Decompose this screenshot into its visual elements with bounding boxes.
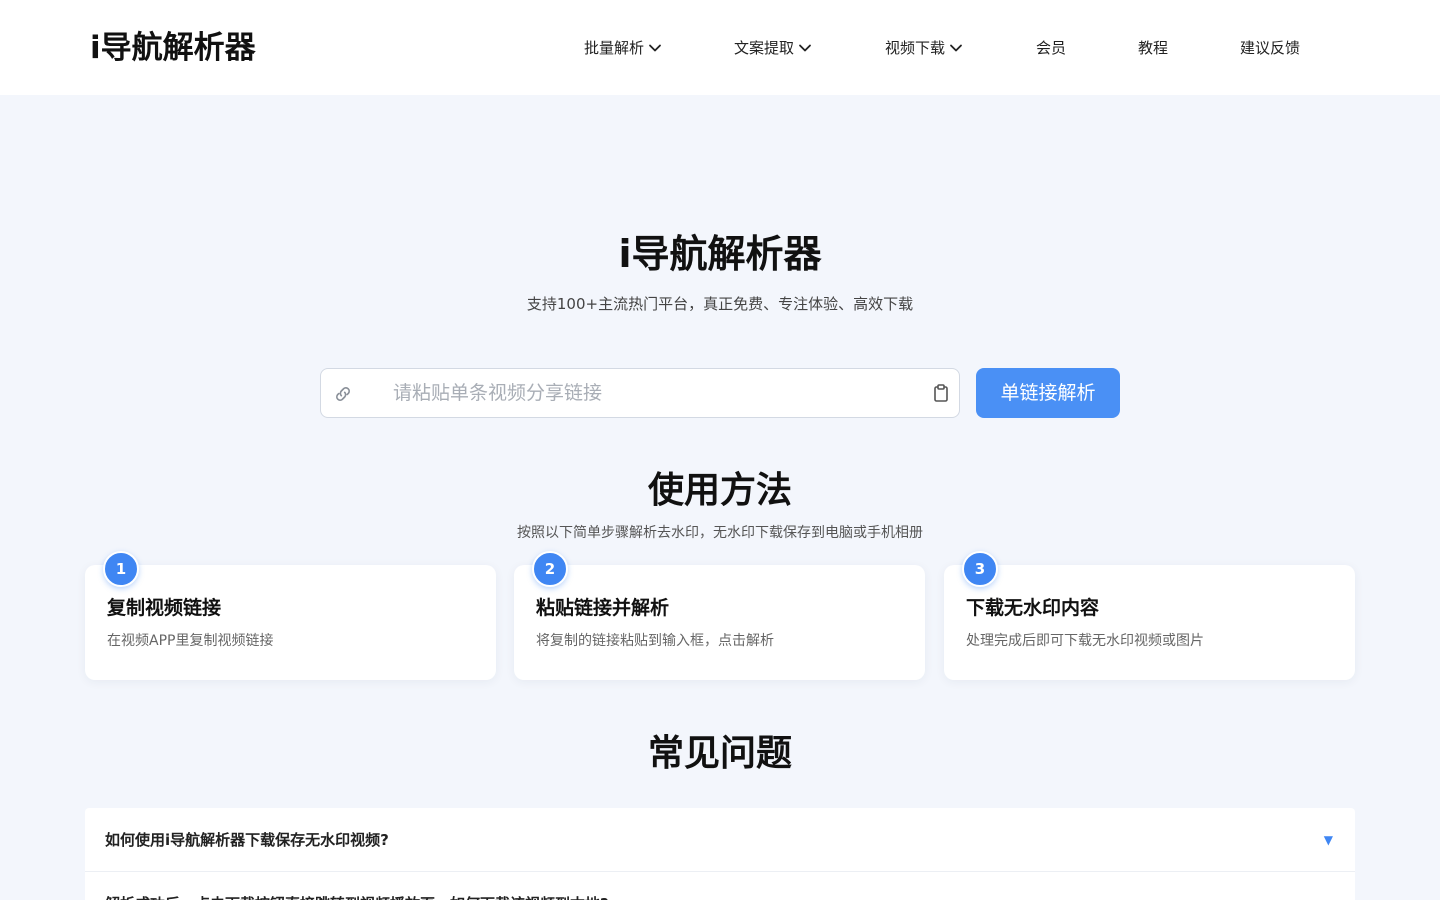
link-search-box bbox=[320, 368, 960, 418]
nav-batch-parse[interactable]: 批量解析 bbox=[584, 36, 662, 60]
nav-label: 文案提取 bbox=[734, 39, 795, 57]
step-number-badge: 3 bbox=[962, 551, 998, 587]
nav-membership[interactable]: 会员 bbox=[1036, 36, 1066, 60]
faq-item[interactable]: 如何使用i导航解析器下载保存无水印视频? ▼ bbox=[85, 808, 1355, 872]
step-description: 将复制的链接粘贴到输入框，点击解析 bbox=[536, 633, 774, 649]
step-title: 粘贴链接并解析 bbox=[536, 597, 670, 619]
usage-section-subtitle: 按照以下简单步骤解析去水印，无水印下载保存到电脑或手机相册 bbox=[517, 525, 923, 541]
hero-title: i导航解析器 bbox=[618, 232, 822, 276]
nav-label: 会员 bbox=[1036, 39, 1067, 57]
step-number-badge: 2 bbox=[532, 551, 568, 587]
step-card: 3 下载无水印内容 处理完成后即可下载无水印视频或图片 bbox=[944, 551, 1355, 680]
faq-item[interactable]: 解析成功后，点击下载按钮直接跳转到视频播放页，如何下载该视频到本地? ▼ bbox=[85, 872, 1355, 900]
clipboard-icon[interactable] bbox=[933, 384, 949, 402]
nav-tutorial[interactable]: 教程 bbox=[1138, 36, 1168, 60]
usage-section-title: 使用方法 bbox=[647, 470, 792, 511]
chevron-down-icon bbox=[649, 44, 661, 52]
faq-question: 解析成功后，点击下载按钮直接跳转到视频播放页，如何下载该视频到本地? bbox=[105, 892, 609, 900]
faq-list: 如何使用i导航解析器下载保存无水印视频? ▼ 解析成功后，点击下载按钮直接跳转到… bbox=[85, 808, 1355, 900]
faq-question: 如何使用i导航解析器下载保存无水印视频? bbox=[105, 831, 389, 849]
share-link-input[interactable] bbox=[393, 377, 913, 409]
step-number-badge: 1 bbox=[103, 551, 139, 587]
link-icon bbox=[336, 387, 350, 401]
nav-label: 批量解析 bbox=[584, 39, 645, 57]
step-description: 在视频APP里复制视频链接 bbox=[107, 633, 274, 649]
single-link-parse-button[interactable]: 单链接解析 bbox=[976, 368, 1120, 418]
nav-feedback[interactable]: 建议反馈 bbox=[1240, 36, 1300, 60]
expand-arrow-icon[interactable]: ▼ bbox=[1324, 894, 1333, 900]
step-title: 下载无水印内容 bbox=[966, 597, 1100, 619]
chevron-down-icon bbox=[950, 44, 962, 52]
chevron-down-icon bbox=[799, 44, 811, 52]
nav-label: 建议反馈 bbox=[1240, 39, 1301, 57]
hero-subtitle: 支持100+主流热门平台，真正免费、专注体验、高效下载 bbox=[526, 295, 914, 313]
step-card: 2 粘贴链接并解析 将复制的链接粘贴到输入框，点击解析 bbox=[514, 551, 925, 680]
nav-text-extract[interactable]: 文案提取 bbox=[734, 36, 812, 60]
site-logo[interactable]: i导航解析器 bbox=[90, 28, 256, 68]
nav-video-download[interactable]: 视频下载 bbox=[885, 36, 963, 60]
nav-label: 教程 bbox=[1138, 39, 1169, 57]
nav-label: 视频下载 bbox=[885, 39, 946, 57]
step-title: 复制视频链接 bbox=[107, 597, 222, 619]
expand-arrow-icon[interactable]: ▼ bbox=[1324, 830, 1333, 850]
step-card: 1 复制视频链接 在视频APP里复制视频链接 bbox=[85, 551, 496, 680]
step-description: 处理完成后即可下载无水印视频或图片 bbox=[966, 633, 1204, 649]
faq-section-title: 常见问题 bbox=[647, 733, 792, 774]
top-header: i导航解析器 批量解析 文案提取 视频下载 会员 教程 建议反馈 bbox=[0, 0, 1440, 95]
